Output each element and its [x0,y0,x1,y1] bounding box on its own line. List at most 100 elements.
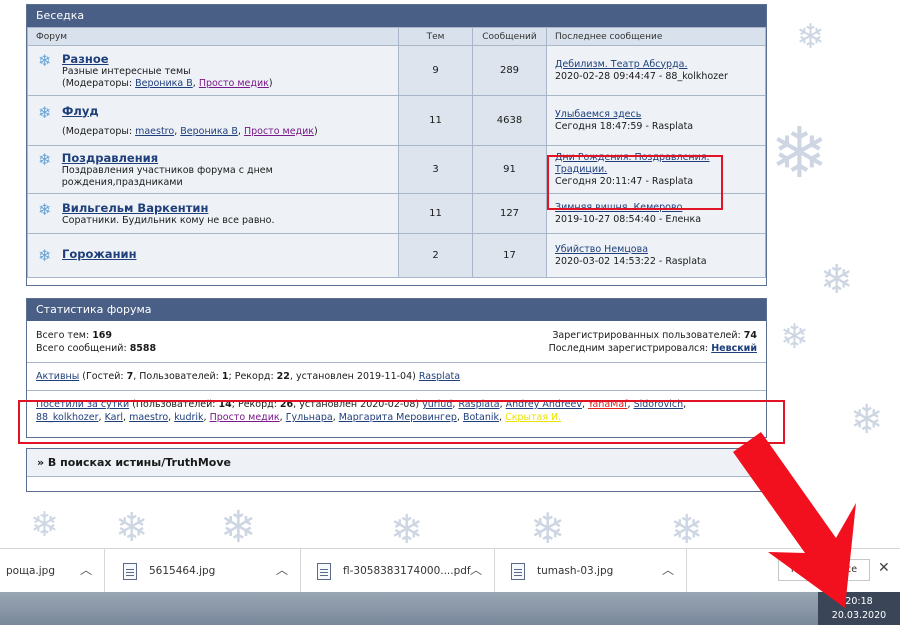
snowflake-icon: ❄ [38,199,52,219]
posts-count: 17 [472,233,547,278]
moderators-end: ) [314,125,318,137]
forum-title-link[interactable]: Поздравления [62,151,392,165]
forum-moderators: (Модераторы: Вероника В, Просто медик) [62,77,273,89]
active-text: , Пользователей: [133,371,222,382]
forum-stats-title: Статистика форума [27,299,766,321]
download-item[interactable]: роща.jpg ︿ [0,549,105,593]
taskbar-clock[interactable]: 20:18 20.03.2020 [818,592,900,625]
forum-section-panel: Беседка Форум Тем Сообщений Последнее со… [26,4,767,286]
total-topics-label: Всего тем: [36,330,93,341]
last-post-meta: 2020-02-28 09:44:47 - 88_kolkhozer [555,70,728,82]
snowflake-decor-icon: ❄ [780,317,809,357]
download-filename: 5615464.jpg [149,565,216,577]
posts-count: 289 [472,45,547,96]
chevron-up-icon[interactable]: ︿ [276,561,288,578]
forum-table: Форум Тем Сообщений Последнее сообщение … [27,27,766,278]
forum-moderators: (Модераторы: maestro, Вероника В, Просто… [62,125,318,137]
registered-users-value: 74 [743,330,757,341]
active-users-link[interactable]: Активны [36,371,79,382]
topics-count: 11 [398,95,473,146]
last-post-link[interactable]: Дебилизм. Театр Абсурда. [555,59,757,71]
last-post-meta: 2019-10-27 08:54:40 - Еленка [555,213,702,225]
registered-users: Зарегистрированных пользователей: 74 [552,329,757,342]
snowflake-icon: ❄ [38,149,52,169]
last-registered: Последним зарегистрировался: Невский [549,342,757,355]
snowflake-decor-icon: ❄ [530,504,566,549]
forum-title-link[interactable]: Флуд [62,104,318,118]
moderators-end: ) [268,77,273,89]
file-icon [511,562,525,580]
snowflake-decor-icon: ❄ [850,397,884,443]
highlight-box-visited [18,400,785,444]
column-header-last-post: Последнее сообщение [546,27,766,46]
download-filename: tumash-03.jpg [537,565,614,577]
download-item[interactable]: fl-3058383174000....pdf ︿ [301,549,495,593]
show-all-downloads-button[interactable]: Показать все [778,559,870,581]
snowflake-icon: ❄ [38,102,52,122]
forum-description: Поздравления участников форума с днем ро… [61,164,273,188]
downloads-bar: роща.jpg ︿ 5615464.jpg ︿ fl-305838317400… [0,548,900,593]
total-topics-value: 169 [92,330,113,341]
topics-count: 9 [398,45,473,96]
divider [27,390,766,391]
forum-description: Соратники. Будильник кому не все равно. [62,214,275,226]
chevron-up-icon[interactable]: ︿ [80,561,92,578]
active-text: ; Рекорд: [228,371,277,382]
topics-count: 3 [398,145,473,194]
moderator-link[interactable]: Вероника В [180,126,238,137]
chevron-up-icon[interactable]: ︿ [470,561,482,578]
chevron-up-icon[interactable]: ︿ [662,561,674,578]
users-count: 1 [221,371,229,382]
last-post-link[interactable]: Убийство Немцова [555,244,757,256]
active-user-link[interactable]: Rasplata [419,371,460,382]
snowflake-decor-icon: ❄ [30,505,59,545]
moderator-link[interactable]: Просто медик [199,78,269,89]
posts-count: 4638 [472,95,547,146]
snowflake-icon: ❄ [38,50,52,70]
truth-section-title[interactable]: » В поисках истины/TruthMove [27,449,766,477]
snowflake-icon: ❄ [38,245,52,265]
snowflake-decor-icon: ❄ [770,112,829,194]
column-header-topics: Тем [398,27,473,46]
file-icon [317,562,331,580]
topics-count: 2 [398,233,473,278]
forum-title-link[interactable]: Разное [62,52,273,66]
download-item[interactable]: 5615464.jpg ︿ [105,549,301,593]
total-posts-label: Всего сообщений: [36,343,130,354]
taskbar [0,592,900,625]
last-registered-user-link[interactable]: Невский [711,343,757,354]
last-post-link[interactable]: Улыбаемся здесь [555,109,757,121]
clock-time: 20:18 [845,596,873,607]
highlight-box-last-post [547,155,723,210]
download-item[interactable]: tumash-03.jpg ︿ [495,549,687,593]
truth-section-panel: » В поисках истины/TruthMove [26,448,767,492]
total-posts: Всего сообщений: 8588 [36,342,156,355]
posts-count: 127 [472,193,547,234]
moderator-link[interactable]: Просто медик [244,126,314,137]
close-icon[interactable]: ✕ [878,560,890,576]
topics-count: 11 [398,193,473,234]
active-text: , установлен 2019-11-04) [289,371,419,382]
snowflake-decor-icon: ❄ [670,507,704,548]
forum-description: Разные интересные темы [62,65,191,77]
snowflake-decor-icon: ❄ [796,17,825,57]
snowflake-decor-icon: ❄ [220,502,257,549]
clock-date: 20.03.2020 [831,610,887,621]
record-count: 22 [276,371,290,382]
snowflake-decor-icon: ❄ [390,507,424,548]
posts-count: 91 [472,145,547,194]
moderator-link[interactable]: Вероника В [135,78,193,89]
last-post-meta: Сегодня 18:47:59 - Rasplata [555,120,694,132]
forum-row-flood: ❄ Флуд (Модераторы: maestro, Вероника В,… [27,95,766,146]
column-header-posts: Сообщений [472,27,547,46]
snowflake-decor-icon: ❄ [115,505,149,548]
active-text: (Гостей: [79,371,127,382]
active-users-line: Активны (Гостей: 7, Пользователей: 1; Ре… [36,370,757,383]
download-filename: роща.jpg [6,565,55,577]
last-registered-label: Последним зарегистрировался: [548,343,712,354]
divider [27,362,766,363]
forum-title-link[interactable]: Горожанин [62,247,137,261]
moderator-link[interactable]: maestro [135,126,174,137]
moderators-label: (Модераторы: [62,125,136,137]
forum-title-link[interactable]: Вильгельм Варкентин [62,201,274,215]
